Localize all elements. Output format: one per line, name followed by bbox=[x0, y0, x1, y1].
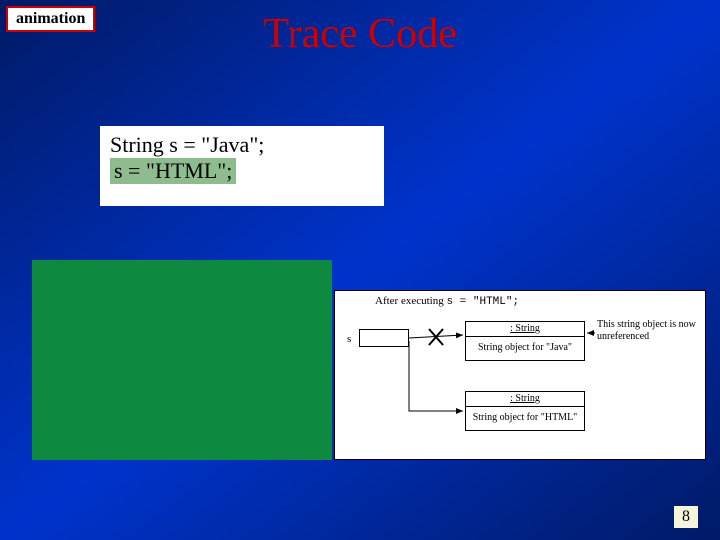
code-line-2-highlighted: s = "HTML"; bbox=[110, 158, 236, 184]
slide-title: Trace Code bbox=[0, 10, 720, 58]
page-number: 8 bbox=[674, 506, 698, 528]
code-line-1: String s = "Java"; bbox=[110, 132, 374, 158]
code-box: String s = "Java"; s = "HTML"; bbox=[100, 126, 384, 206]
green-panel bbox=[32, 260, 332, 460]
memory-diagram: After executing s = "HTML"; s : String S… bbox=[334, 290, 706, 460]
diagram-arrows bbox=[335, 291, 707, 461]
